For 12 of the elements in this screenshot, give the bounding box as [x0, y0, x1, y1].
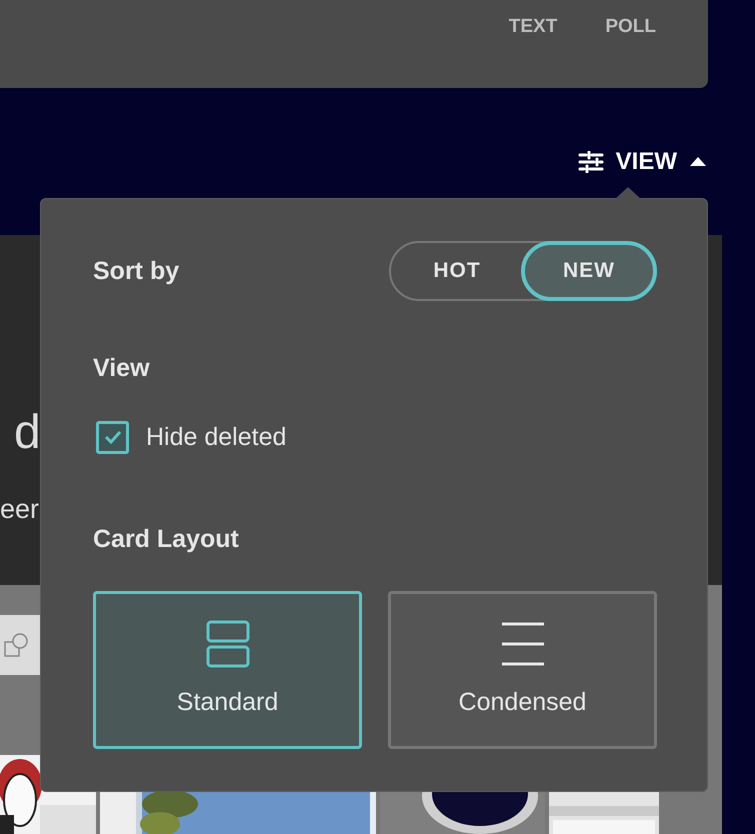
post-type-tab[interactable]: POLL	[605, 16, 656, 38]
view-heading: View	[93, 353, 151, 383]
card-layout-heading: Card Layout	[93, 524, 240, 554]
layout-option[interactable]: Standard	[93, 591, 362, 749]
layout-option[interactable]: Condensed	[388, 591, 657, 749]
checkbox-label: Hide deleted	[146, 422, 286, 452]
post-type-tab[interactable]: TEXT	[508, 16, 558, 38]
sort-option[interactable]: NEW	[521, 241, 657, 301]
post-title: d	[14, 405, 41, 461]
view-button[interactable]: VIEW	[578, 148, 707, 176]
post-subtitle: eer	[0, 493, 40, 525]
sort-heading: Sort by	[93, 256, 180, 286]
